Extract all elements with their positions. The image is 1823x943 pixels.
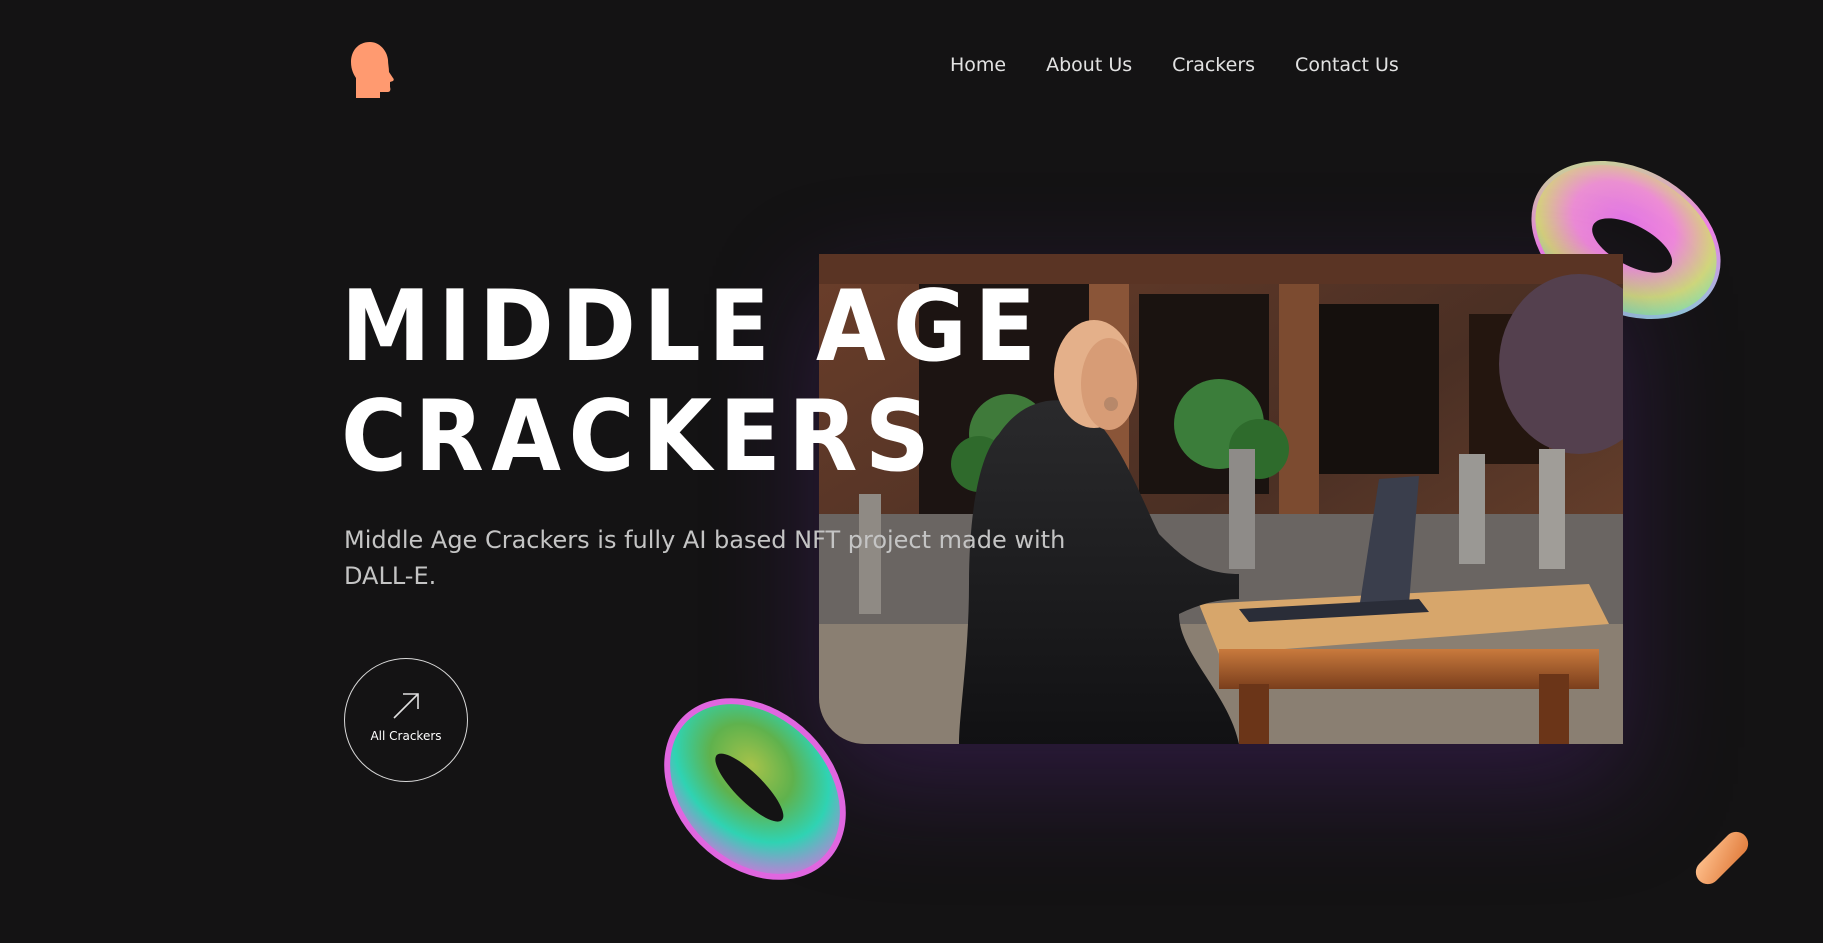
main-nav: Home About Us Crackers Contact Us	[950, 54, 1439, 76]
hero-title-line-2: CRACKERS	[341, 380, 938, 494]
arrow-up-right-icon	[393, 693, 419, 719]
nav-crackers[interactable]: Crackers	[1172, 54, 1255, 76]
all-crackers-button[interactable]: All Crackers	[344, 658, 468, 782]
nav-contact-us[interactable]: Contact Us	[1295, 54, 1399, 76]
hero-description: Middle Age Crackers is fully AI based NF…	[344, 526, 1066, 590]
hero-title: MIDDLE AGE CRACKERS	[341, 272, 1043, 492]
logo-head-icon[interactable]	[348, 40, 398, 102]
pill-decoration	[1682, 822, 1762, 894]
torus-decoration-bottom	[650, 684, 860, 894]
nav-home[interactable]: Home	[950, 54, 1006, 76]
nav-about-us[interactable]: About Us	[1046, 54, 1132, 76]
hero-title-line-1: MIDDLE AGE	[341, 270, 1044, 384]
all-crackers-label: All Crackers	[370, 729, 442, 743]
